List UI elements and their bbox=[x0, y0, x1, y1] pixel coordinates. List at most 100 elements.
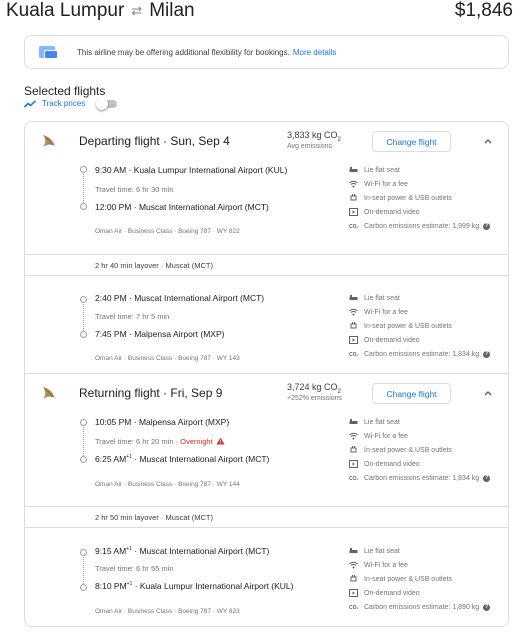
banner-message: This airline may be offering additional … bbox=[77, 47, 290, 57]
departure-airport: Malpensa Airport (MXP) bbox=[138, 417, 230, 427]
track-prices[interactable]: Track prices bbox=[24, 97, 118, 110]
selected-flights-heading: Selected flights bbox=[24, 84, 106, 98]
warning-icon bbox=[216, 437, 225, 445]
co2-subscript: 2 bbox=[337, 388, 341, 395]
destination-city: Milan bbox=[149, 0, 195, 21]
amenity-co2: CO₂ Carbon emissions estimate: 1,834 kg? bbox=[349, 351, 491, 358]
chevron-up-icon[interactable] bbox=[483, 388, 493, 398]
help-icon[interactable]: ? bbox=[483, 475, 491, 482]
arrival-time: 7:45 PM bbox=[95, 329, 127, 339]
departure-row: 10:05 PM · Malpensa Airport (MXP) bbox=[95, 417, 230, 427]
returning-flight-card: Returning flight · Fri, Sep 9 3,724 kg C… bbox=[24, 373, 509, 627]
change-departing-flight-button[interactable]: Change flight bbox=[372, 131, 451, 152]
travel-time: Travel time: 6 hr 30 min bbox=[95, 185, 174, 194]
arrival-time: 6:25 AM bbox=[95, 454, 127, 464]
power-icon bbox=[350, 194, 357, 201]
co2-subscript: 2 bbox=[337, 136, 341, 143]
amenity-wifi: Wi-Fi for a fee bbox=[349, 561, 408, 569]
amenity-label: In-seat power & USB outlets bbox=[364, 575, 452, 583]
returning-co2-value: 3,724 kg CO bbox=[287, 382, 338, 392]
amenity-seat: Lie flat seat bbox=[349, 547, 400, 555]
amenity-label: On-demand video bbox=[364, 460, 420, 468]
segment-timeline bbox=[80, 549, 88, 591]
arrival-row: 7:45 PM · Malpensa Airport (MXP) bbox=[95, 329, 225, 339]
amenity-label: In-seat power & USB outlets bbox=[364, 446, 452, 454]
seat-icon bbox=[349, 419, 358, 424]
amenity-co2: CO₂ Carbon emissions estimate: 1,999 kg? bbox=[349, 223, 491, 230]
arrival-time: 12:00 PM bbox=[95, 202, 132, 212]
oman-air-logo bbox=[43, 387, 55, 399]
amenity-label: Wi-Fi for a fee bbox=[364, 561, 408, 569]
travel-time: Travel time: 6 hr 20 min · Overnight bbox=[95, 437, 225, 446]
amenity-co2: CO₂ Carbon emissions estimate: 1,834 kg? bbox=[349, 475, 491, 482]
layover-text: 2 hr 50 min layover · Muscat (MCT) bbox=[95, 513, 213, 522]
amenity-label: Wi-Fi for a fee bbox=[364, 432, 408, 440]
amenity-label: In-seat power & USB outlets bbox=[364, 194, 452, 202]
total-price: $1,846 bbox=[454, 0, 513, 21]
co2-icon: CO₂ bbox=[349, 604, 359, 611]
amenity-seat: Lie flat seat bbox=[349, 166, 400, 174]
video-icon bbox=[349, 589, 358, 597]
flexibility-banner: This airline may be offering additional … bbox=[24, 35, 509, 69]
origin-city: Kuala Lumpur bbox=[6, 0, 125, 21]
flight-meta: Oman Air · Business Class · Boeing 787 ·… bbox=[95, 608, 240, 615]
tickets-icon bbox=[39, 44, 59, 60]
swap-arrows-icon: ⇄ bbox=[131, 3, 143, 18]
amenity-label: Carbon emissions estimate: 1,890 kg bbox=[364, 604, 480, 611]
flight-meta: Oman Air · Business Class · Boeing 787 ·… bbox=[95, 228, 240, 235]
help-icon[interactable]: ? bbox=[483, 604, 491, 611]
departing-flight-card: Departing flight · Sun, Sep 4 3,833 kg C… bbox=[24, 121, 509, 374]
seat-icon bbox=[349, 295, 358, 300]
departure-time: 9:30 AM bbox=[95, 165, 127, 175]
help-icon[interactable]: ? bbox=[483, 223, 491, 230]
amenity-video: On-demand video bbox=[349, 460, 420, 468]
departure-airport: Muscat International Airport (MCT) bbox=[134, 293, 265, 303]
flight-segment: 10:05 PM · Malpensa Airport (MXP) Travel… bbox=[25, 414, 508, 506]
more-details-link[interactable]: More details bbox=[293, 48, 337, 57]
next-day-marker: +1 bbox=[126, 581, 133, 588]
wifi-icon bbox=[349, 308, 358, 316]
amenity-label: Lie flat seat bbox=[364, 166, 400, 174]
track-prices-label: Track prices bbox=[42, 99, 86, 108]
amenity-label: In-seat power & USB outlets bbox=[364, 322, 452, 330]
departure-time: 2:40 PM bbox=[95, 293, 127, 303]
seat-icon bbox=[349, 548, 358, 553]
departure-row: 9:30 AM · Kuala Lumpur International Air… bbox=[95, 165, 288, 175]
video-icon bbox=[349, 336, 358, 344]
amenity-label: Wi-Fi for a fee bbox=[364, 308, 408, 316]
departing-co2-note: Avg emissions bbox=[287, 143, 333, 150]
segment-timeline bbox=[80, 419, 88, 463]
layover-row: 2 hr 40 min layover · Muscat (MCT) bbox=[25, 254, 508, 276]
layover-row: 2 hr 50 min layover · Muscat (MCT) bbox=[25, 506, 508, 528]
amenity-seat: Lie flat seat bbox=[349, 418, 400, 426]
next-day-marker: +1 bbox=[126, 546, 132, 553]
segment-timeline bbox=[80, 296, 88, 338]
oman-air-logo bbox=[43, 135, 55, 147]
amenity-label: Lie flat seat bbox=[364, 418, 400, 426]
amenity-label: Wi-Fi for a fee bbox=[364, 180, 408, 188]
overnight-label: Overnight bbox=[180, 437, 213, 446]
route-title: Kuala Lumpur ⇄ Milan bbox=[6, 0, 195, 22]
amenity-co2: CO₂ Carbon emissions estimate: 1,890 kg? bbox=[349, 604, 491, 611]
arrival-airport: Muscat International Airport (MCT) bbox=[138, 202, 269, 212]
arrival-time: 8:10 PM bbox=[95, 581, 127, 591]
departing-header[interactable]: Departing flight · Sun, Sep 4 3,833 kg C… bbox=[25, 122, 508, 162]
next-day-marker: +1 bbox=[126, 454, 132, 461]
departure-time: 9:15 AM bbox=[95, 546, 127, 556]
video-icon bbox=[349, 460, 358, 468]
amenity-video: On-demand video bbox=[349, 208, 420, 216]
returning-co2: 3,724 kg CO2 bbox=[287, 382, 341, 395]
departing-co2-value: 3,833 kg CO bbox=[287, 130, 338, 140]
co2-icon: CO₂ bbox=[349, 475, 359, 482]
departing-flight-label: Departing flight · Sun, Sep 4 bbox=[79, 134, 230, 148]
chevron-up-icon[interactable] bbox=[483, 136, 493, 146]
travel-time: Travel time: 6 hr 55 min bbox=[95, 564, 174, 573]
help-icon[interactable]: ? bbox=[483, 351, 491, 358]
amenity-label: Lie flat seat bbox=[364, 294, 400, 302]
track-prices-toggle[interactable] bbox=[96, 97, 118, 110]
amenity-power: In-seat power & USB outlets bbox=[349, 575, 452, 583]
travel-time: Travel time: 7 hr 5 min bbox=[95, 312, 170, 321]
returning-header[interactable]: Returning flight · Fri, Sep 9 3,724 kg C… bbox=[25, 374, 508, 414]
change-returning-flight-button[interactable]: Change flight bbox=[372, 383, 451, 404]
amenity-wifi: Wi-Fi for a fee bbox=[349, 308, 408, 316]
